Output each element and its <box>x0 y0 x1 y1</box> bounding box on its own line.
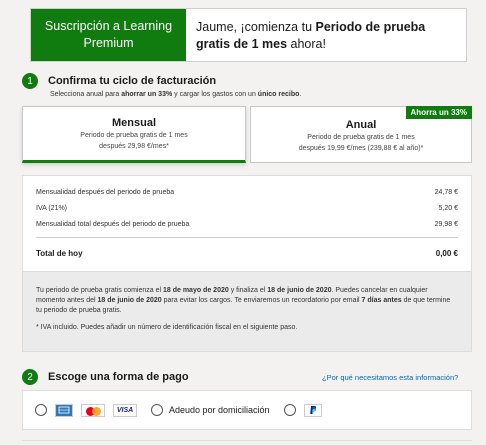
step-title-billing: Confirma tu ciclo de facturación <box>48 75 217 87</box>
step-number-2: 2 <box>22 369 38 385</box>
plan-monthly-line2: después 29,98 €/mes* <box>99 143 169 150</box>
step-payment-method: 2 Escoge una forma de pago <box>22 369 189 385</box>
trial-greeting: Jaume, ¡comienza tu Periodo de prueba gr… <box>186 9 466 61</box>
vat-note: * IVA incluido. Puedes añadir un número … <box>36 324 298 331</box>
breakdown-divider <box>36 237 458 238</box>
direct-debit-radio[interactable] <box>151 404 163 416</box>
subtitle-bold-receipt: único recibo <box>257 91 300 98</box>
trial-info-text: Tu periodo de prueba gratis comienza el … <box>36 286 458 316</box>
breakdown-label: Mensualidad después del periodo de prueb… <box>36 189 175 196</box>
direct-debit-label[interactable]: Adeudo por domiciliación <box>169 405 270 415</box>
step-billing-cycle: 1 Confirma tu ciclo de facturación <box>22 73 216 89</box>
payment-options: VISA Adeudo por domiciliación <box>22 390 472 430</box>
info-end-date: 18 de junio de 2020 <box>267 287 332 294</box>
plan-annual-title: Anual <box>345 119 377 131</box>
plan-annual-option[interactable]: Ahorra un 33% Anual Periodo de prueba gr… <box>250 106 472 163</box>
greeting-suffix: ahora! <box>287 37 326 51</box>
subscription-banner: Suscripción a Learning Premium <box>31 9 186 61</box>
plan-annual-line2: después 19,99 €/mes (239,88 € al año)* <box>298 145 424 152</box>
paypal-icon <box>303 403 322 417</box>
greeting-prefix: Jaume, ¡comienza tu <box>196 20 316 34</box>
info-cancel-date: 18 de junio de 2020 <box>97 297 162 304</box>
breakdown-value: 24,78 € <box>434 189 458 196</box>
plan-monthly-title: Mensual <box>111 117 156 129</box>
breakdown-label: IVA (21%) <box>36 205 67 212</box>
price-breakdown: Mensualidad después del periodo de prueb… <box>22 175 472 272</box>
subtitle-text: Selecciona anual para <box>50 91 122 98</box>
subtitle-bold-savings: ahorrar un 33% <box>121 91 173 98</box>
amex-icon <box>55 403 73 417</box>
subscription-header: Suscripción a Learning Premium Jaume, ¡c… <box>30 8 467 62</box>
section-divider <box>22 440 472 441</box>
visa-icon: VISA <box>113 403 137 417</box>
paypal-radio[interactable] <box>283 404 296 416</box>
breakdown-label: Mensualidad total después del periodo de… <box>36 221 190 228</box>
breakdown-value: 29,98 € <box>434 221 458 228</box>
breakdown-row: Mensualidad después del periodo de prueb… <box>36 189 458 196</box>
plan-monthly-option[interactable]: Mensual Periodo de prueba gratis de 1 me… <box>22 106 246 163</box>
info-text: Tu periodo de prueba gratis comienza el <box>36 287 163 294</box>
step-number-1: 1 <box>22 73 38 89</box>
info-reminder-days: 7 días antes <box>361 297 402 304</box>
trial-info-box: Tu periodo de prueba gratis comienza el … <box>22 272 472 352</box>
total-value: 0,00 € <box>435 249 458 258</box>
plan-annual-line1: Periodo de prueba gratis de 1 mes <box>307 134 415 141</box>
info-text: para evitar los cargos. Te enviaremos un… <box>161 297 362 304</box>
info-start-date: 18 de mayo de 2020 <box>162 287 229 294</box>
why-info-link[interactable]: ¿Por qué necesitamos esta información? <box>322 373 458 382</box>
info-text: y finaliza el <box>228 287 268 294</box>
breakdown-row: IVA (21%) 5,20 € <box>36 205 458 212</box>
subtitle-text-mid: y cargar los gastos con un <box>172 91 258 98</box>
breakdown-row: Mensualidad total después del periodo de… <box>36 221 458 228</box>
card-radio[interactable] <box>35 404 47 416</box>
total-today-row: Total de hoy 0,00 € <box>36 249 458 258</box>
plan-monthly-line1: Periodo de prueba gratis de 1 mes <box>80 132 188 139</box>
step-title-payment: Escoge una forma de pago <box>48 371 189 383</box>
subtitle-text-end: . <box>299 91 302 98</box>
total-label: Total de hoy <box>36 249 83 258</box>
billing-subtitle: Selecciona anual para ahorrar un 33% y c… <box>50 91 301 98</box>
breakdown-value: 5,20 € <box>438 205 458 212</box>
mastercard-icon <box>81 403 105 417</box>
savings-badge: Ahorra un 33% <box>405 106 472 119</box>
